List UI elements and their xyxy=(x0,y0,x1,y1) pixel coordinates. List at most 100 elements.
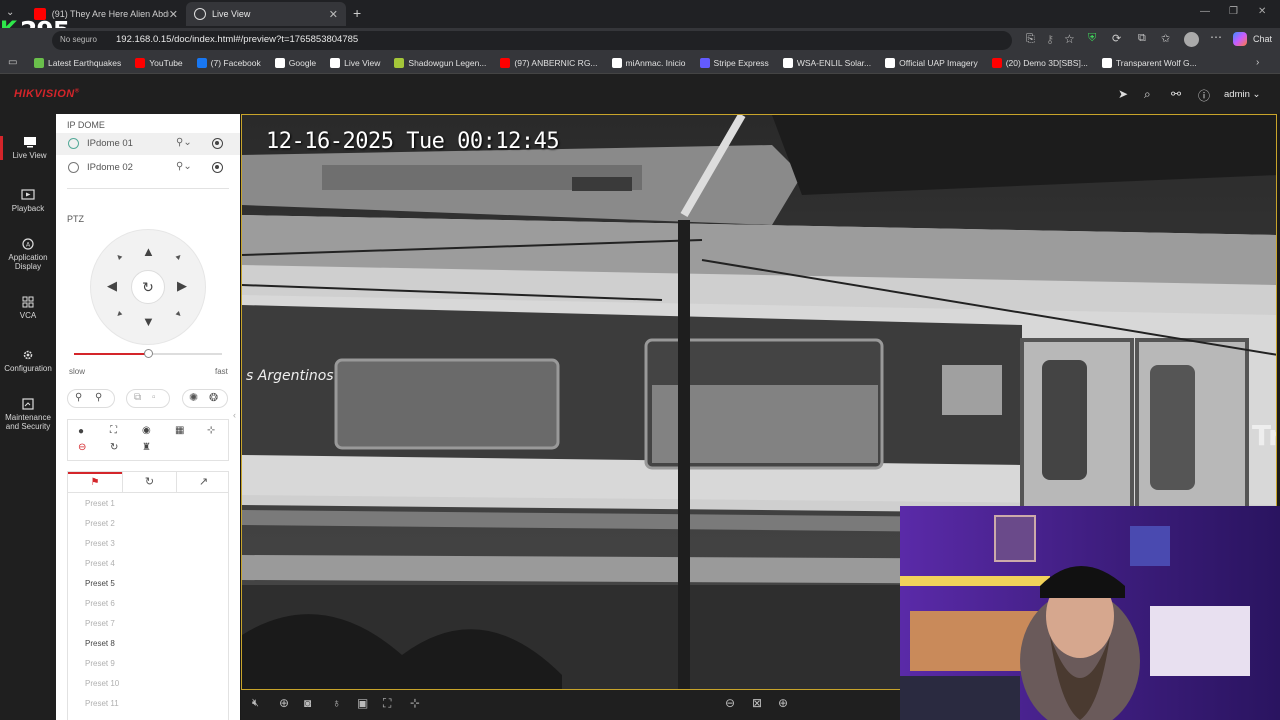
record-toggle-icon[interactable] xyxy=(212,138,223,149)
preset-item[interactable]: Preset 3 xyxy=(85,539,115,548)
preset-item[interactable]: Preset 4 xyxy=(85,559,115,568)
sidebar-toggle-icon[interactable]: ▭ xyxy=(8,57,17,68)
iris-open-icon[interactable]: ✺ xyxy=(189,391,198,404)
search-icon[interactable]: ⌕ xyxy=(1144,87,1151,102)
zoom-3d-icon[interactable]: ⊖ xyxy=(78,442,86,453)
bookmark-item[interactable]: Google xyxy=(274,58,316,68)
preset-item[interactable]: Preset 1 xyxy=(85,499,115,508)
stream-select-icon[interactable]: ⚲⌄ xyxy=(176,137,192,148)
bookmark-item[interactable]: Latest Earthquakes xyxy=(34,58,121,68)
url-text[interactable]: 192.168.0.15/doc/index.html#/preview?t=1… xyxy=(116,34,358,45)
info-icon[interactable]: ⓘ xyxy=(1198,87,1210,104)
nav-vca[interactable]: VCA xyxy=(0,296,56,320)
tab-patrol[interactable]: ↻ xyxy=(122,472,176,493)
digital-zoom-icon[interactable]: ⊕ xyxy=(279,696,289,710)
stop-all-icon[interactable]: ⊠ xyxy=(752,696,762,710)
key-icon[interactable]: ⚷ xyxy=(1046,33,1054,46)
preset-item[interactable]: Preset 2 xyxy=(85,519,115,528)
zoom-in-icon[interactable]: ⚲ xyxy=(95,392,102,403)
share-icon[interactable]: ⚯ xyxy=(1171,87,1181,101)
bookmark-item[interactable]: WSA-ENLIL Solar... xyxy=(782,58,871,68)
iris-close-icon[interactable]: ❂ xyxy=(209,391,218,404)
star-icon[interactable]: ☆ xyxy=(1064,32,1075,46)
tab-close-icon[interactable]: ✕ xyxy=(329,8,338,21)
3d-positioning-icon[interactable]: ⊹ xyxy=(410,696,420,710)
light-icon[interactable]: ● xyxy=(78,426,84,437)
record-toggle-icon[interactable] xyxy=(212,162,223,173)
bookmark-item[interactable]: Live View xyxy=(330,58,380,68)
close-window-icon[interactable]: ✕ xyxy=(1258,6,1266,17)
park-icon[interactable]: ▦ xyxy=(175,425,184,436)
bookmark-item[interactable]: miAnmac. Inicio xyxy=(611,58,686,68)
ptz-auto-button[interactable]: ↻ xyxy=(131,270,165,304)
bookmark-item[interactable]: (97) ANBERNIC RG... xyxy=(500,58,598,68)
lens-init-icon[interactable]: ↻ xyxy=(110,442,118,453)
minimize-icon[interactable]: — xyxy=(1200,6,1210,17)
focus-far-icon[interactable]: ▫ xyxy=(152,392,156,403)
translate-icon[interactable]: ⎘ xyxy=(1026,33,1035,46)
preset-item[interactable]: Preset 10 xyxy=(85,679,119,688)
shield-icon[interactable]: ⛨ xyxy=(1088,32,1096,45)
record-clip-icon[interactable]: ▣ xyxy=(357,696,368,710)
microphone-icon[interactable]: ♁ xyxy=(332,696,341,710)
ptz-up-left-button[interactable]: ▲ xyxy=(113,251,125,263)
nav-maintenance[interactable]: Maintenance and Security xyxy=(0,398,56,431)
nav-configuration[interactable]: Configuration xyxy=(0,349,56,373)
not-secure-label[interactable]: No seguro xyxy=(60,35,97,44)
tab-pattern[interactable]: ↗ xyxy=(176,472,230,493)
capture-icon[interactable]: ◙ xyxy=(304,696,311,710)
send-icon[interactable]: ➤ xyxy=(1118,87,1128,101)
restore-icon[interactable]: ❐ xyxy=(1229,6,1238,17)
collapse-panel-icon[interactable]: ‹ xyxy=(233,410,236,420)
bookmark-item[interactable]: YouTube xyxy=(135,58,183,68)
fullscreen-icon[interactable]: ⛶ xyxy=(383,696,391,711)
ptz-up-button[interactable]: ▲ xyxy=(142,244,155,259)
ptz-down-right-button[interactable]: ▲ xyxy=(173,309,185,321)
next-icon[interactable]: ⊕ xyxy=(778,696,788,710)
preset-item[interactable]: Preset 7 xyxy=(85,619,115,628)
favorites-icon[interactable]: ✩ xyxy=(1161,32,1170,45)
preset-item[interactable]: Preset 5 xyxy=(85,579,115,588)
wiper-icon[interactable]: ◉ xyxy=(142,425,151,436)
ptz-right-button[interactable]: ▶ xyxy=(177,278,187,294)
stream-select-icon[interactable]: ⚲⌄ xyxy=(176,161,192,172)
extension-icon[interactable]: ⟳ xyxy=(1112,32,1121,45)
previous-icon[interactable]: ⊖ xyxy=(725,696,735,710)
nav-playback[interactable]: Playback xyxy=(0,189,56,213)
preset-item[interactable]: Preset 11 xyxy=(85,699,119,708)
copilot-icon[interactable] xyxy=(1233,32,1247,46)
nav-live-view[interactable]: Live View xyxy=(0,136,56,160)
bookmark-item[interactable]: Official UAP Imagery xyxy=(885,58,978,68)
ptz-up-right-button[interactable]: ▲ xyxy=(173,251,185,263)
more-menu-icon[interactable]: ⋯ xyxy=(1210,30,1222,44)
preset-item[interactable]: Preset 9 xyxy=(85,659,115,668)
zoom-out-icon[interactable]: ⚲ xyxy=(75,392,82,403)
user-menu[interactable]: admin ⌄ xyxy=(1224,89,1260,100)
preset-item[interactable]: Preset 6 xyxy=(85,599,115,608)
ptz-speed-slider[interactable] xyxy=(74,349,222,358)
one-touch-icon[interactable]: ♜ xyxy=(142,442,151,453)
profile-avatar[interactable] xyxy=(1184,32,1199,47)
audio-mute-icon[interactable]: 🔇︎ xyxy=(252,697,259,710)
tab-live-view[interactable]: Live View ✕ xyxy=(186,2,346,26)
focus-near-icon[interactable]: ⧉ xyxy=(134,392,141,403)
ptz-left-button[interactable]: ◀ xyxy=(107,278,117,294)
chat-label[interactable]: Chat xyxy=(1253,34,1272,44)
ptz-down-left-button[interactable]: ▲ xyxy=(113,309,125,321)
bookmark-item[interactable]: Stripe Express xyxy=(699,58,769,68)
tab-list-chevron-icon[interactable]: ⌄ xyxy=(6,7,14,18)
manual-tracking-icon[interactable]: ⛶ xyxy=(110,425,117,436)
split-screen-icon[interactable]: ⧉ xyxy=(1138,32,1146,45)
bookmark-item[interactable]: Transparent Wolf G... xyxy=(1101,58,1197,68)
new-tab-button[interactable]: + xyxy=(353,5,361,21)
bookmark-item[interactable]: (7) Facebook xyxy=(196,58,261,68)
bookmark-item[interactable]: (20) Demo 3D[SBS]... xyxy=(991,58,1088,68)
auto-focus-icon[interactable]: ⊹ xyxy=(207,425,215,436)
camera-row-ipdome-01[interactable]: IPdome 01 ⚲⌄ xyxy=(56,133,240,155)
tab-close-icon[interactable]: ✕ xyxy=(169,8,178,21)
speed-slider-thumb[interactable] xyxy=(144,349,153,358)
camera-row-ipdome-02[interactable]: IPdome 02 ⚲⌄ xyxy=(56,157,240,179)
bookmarks-overflow-icon[interactable]: › xyxy=(1256,57,1259,68)
tab-presets[interactable]: ⚑ xyxy=(68,472,122,493)
bookmark-item[interactable]: Shadowgun Legen... xyxy=(394,58,486,68)
